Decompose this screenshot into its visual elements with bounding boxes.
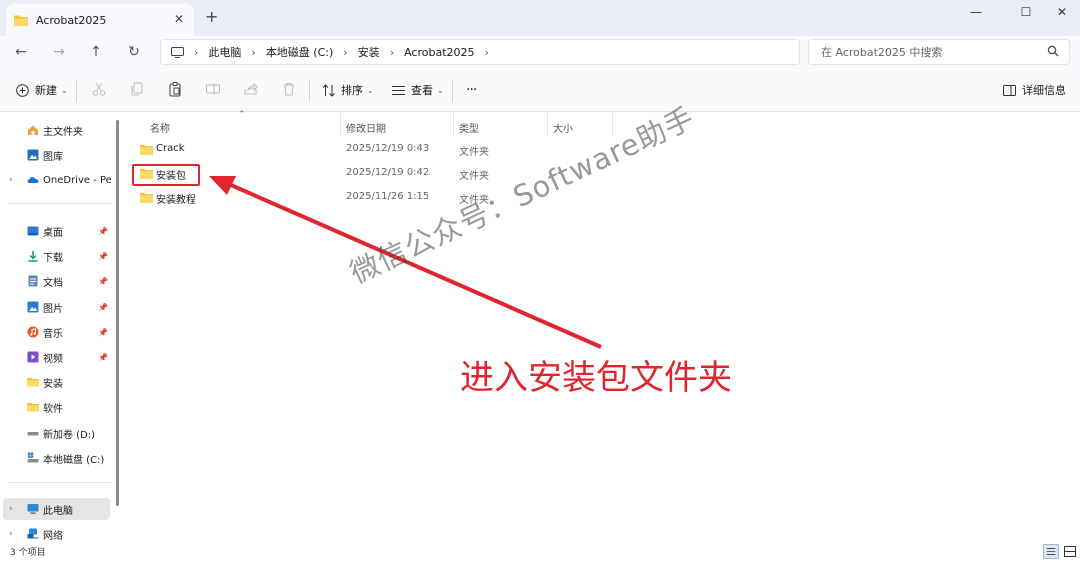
annotation-arrow xyxy=(209,176,602,349)
annotation-callout: 进入安装包文件夹 xyxy=(460,358,732,398)
